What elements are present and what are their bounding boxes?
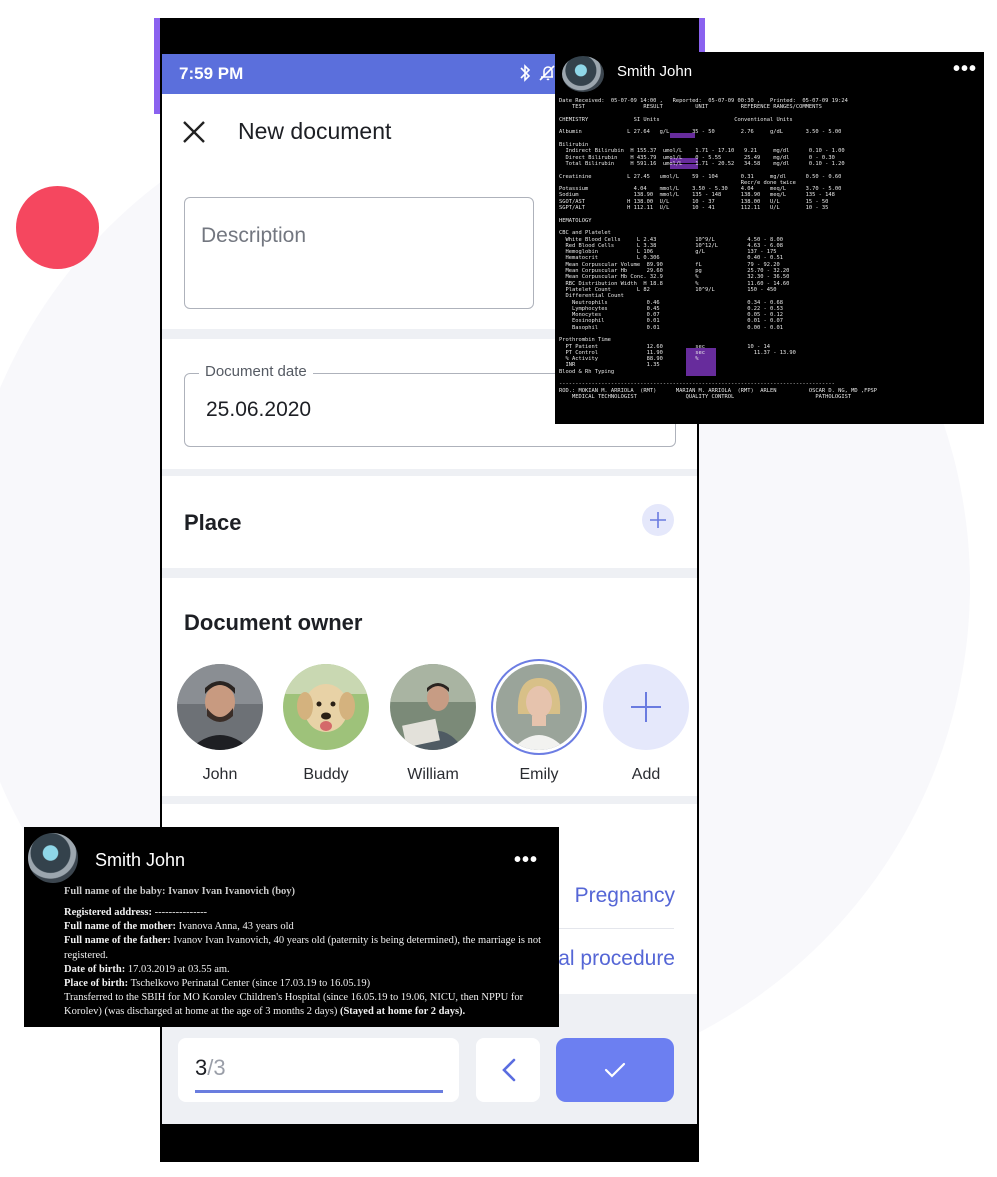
add-place-button[interactable] (642, 504, 674, 536)
cert-address-label: Registered address: (64, 907, 152, 918)
owner-william[interactable]: William (388, 664, 478, 784)
document-date-value: 25.06.2020 (206, 398, 312, 421)
certificate-text: Full name of the baby: Ivanov Ivan Ivano… (64, 886, 554, 1020)
user-avatar (28, 833, 78, 883)
check-icon (604, 1062, 626, 1078)
avatar (283, 664, 369, 750)
cert-father: Full name of the father: Ivanov Ivan Iva… (64, 934, 554, 962)
page-title: New document (238, 118, 392, 144)
type-item-pregnancy[interactable]: Pregnancy (575, 884, 675, 908)
cert-transfer: Transferred to the SBIH for MO Korolev C… (64, 991, 554, 1019)
chevron-left-icon (502, 1058, 516, 1082)
page-current: 3 (195, 1055, 208, 1080)
cert-dob-value: 17.03.2019 at 03.55 am. (125, 963, 230, 975)
lab-report-image: Date Received: 05-07-09 14:00 , Reported… (559, 98, 980, 416)
user-avatar (562, 56, 604, 92)
cert-mother-value: Ivanova Anna, 43 years old (175, 921, 294, 933)
status-time: 7:59 PM (179, 64, 244, 83)
avatar (177, 664, 263, 750)
preview-user-name: Smith John (617, 63, 693, 80)
page-underline (195, 1090, 443, 1093)
cert-address: Registered address: --------------- (64, 906, 554, 920)
page-total: /3 (207, 1055, 226, 1080)
avatar-selected (496, 664, 582, 750)
more-options-icon[interactable]: ••• (514, 849, 538, 872)
add-owner-label: Add (631, 766, 661, 783)
cert-dob: Date of birth: 17.03.2019 at 03.55 am. (64, 963, 554, 977)
plus-icon (650, 512, 666, 528)
add-owner-circle (603, 664, 689, 750)
plus-icon (631, 692, 661, 722)
document-owner-title: Document owner (184, 610, 363, 635)
bluetooth-icon (517, 63, 557, 88)
owner-name: William (407, 766, 459, 783)
owner-buddy[interactable]: Buddy (281, 664, 371, 784)
cert-mother-label: Full name of the mother: (64, 921, 176, 933)
cert-pob-value: Tschelkovo Perinatal Center (since 17.03… (128, 978, 371, 990)
cert-pob-label: Place of birth: (64, 978, 129, 990)
close-icon[interactable] (176, 114, 212, 150)
preview-user-name: Smith John (95, 850, 186, 870)
page-counter: 3/3 (195, 1055, 226, 1081)
decorative-red-dot (16, 186, 99, 269)
confirm-button[interactable] (556, 1038, 674, 1102)
cert-stayed: (Stayed at home for 2 days). (337, 1006, 466, 1018)
page-indicator: 3/3 (178, 1038, 459, 1102)
owner-name: John (202, 766, 238, 783)
lab-report-preview[interactable]: Smith John ••• Date Received: 05-07-09 1… (555, 52, 984, 424)
cert-father-label: Full name of the father: (64, 935, 171, 947)
cert-mother: Full name of the mother: Ivanova Anna, 4… (64, 920, 554, 934)
owner-name: Buddy (303, 766, 349, 783)
owner-emily[interactable]: Emily (494, 664, 584, 784)
description-placeholder: Description (201, 224, 307, 247)
document-date-label: Document date (199, 363, 313, 380)
owner-john[interactable]: John (175, 664, 265, 784)
cert-dob-label: Date of birth: (64, 963, 126, 975)
owner-name: Emily (519, 766, 559, 783)
place-title: Place (184, 510, 242, 535)
type-item-procedure[interactable]: al procedure (558, 947, 675, 971)
birth-certificate-preview[interactable]: Smith John ••• Full name of the baby: Iv… (24, 827, 559, 1027)
cert-address-value: --------------- (151, 907, 208, 918)
previous-button[interactable] (476, 1038, 540, 1102)
cert-pob: Place of birth: Tschelkovo Perinatal Cen… (64, 977, 554, 991)
cert-baby-name: Full name of the baby: Ivanov Ivan Ivano… (64, 886, 296, 897)
place-section: Place (162, 476, 697, 568)
description-field[interactable]: Description (184, 197, 534, 309)
lab-report-text: Date Received: 05-07-09 14:00 , Reported… (559, 98, 878, 400)
avatar (390, 664, 476, 750)
document-owner-section: Document owner John Buddy William Emily (162, 578, 697, 796)
add-owner-button[interactable]: Add (601, 664, 691, 784)
more-options-icon[interactable]: ••• (953, 58, 977, 81)
